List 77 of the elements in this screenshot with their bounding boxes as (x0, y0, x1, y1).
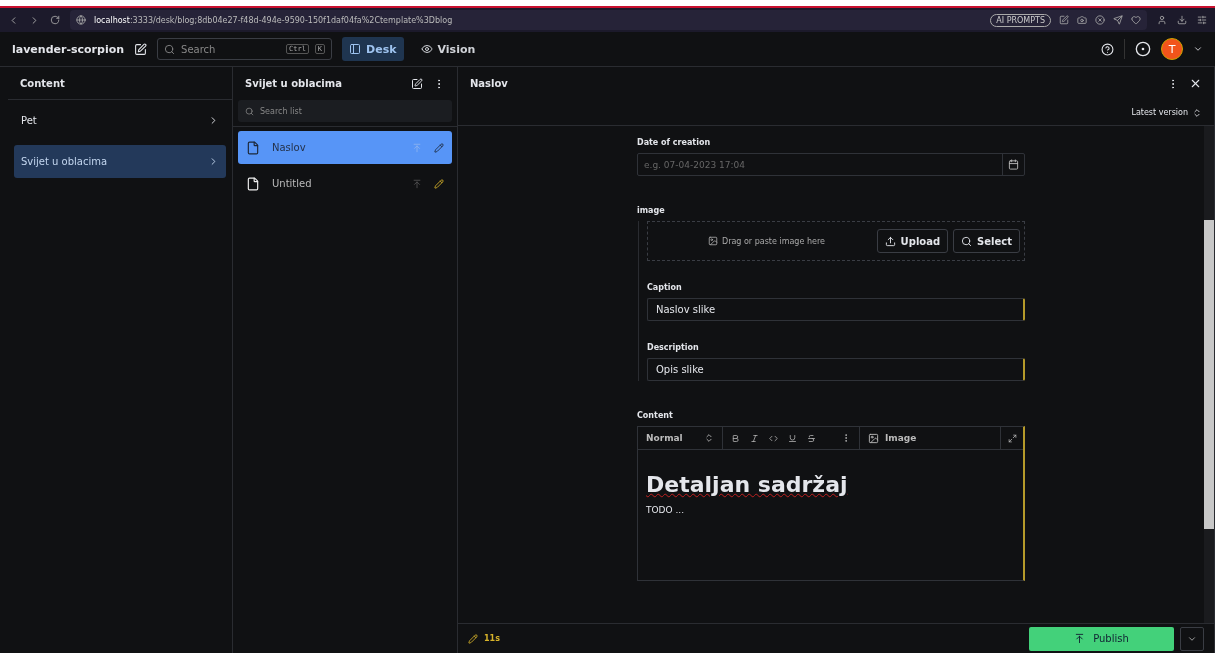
image-icon (868, 432, 879, 444)
document-icon (246, 176, 260, 191)
text-field[interactable]: Naslov slike (647, 298, 1025, 321)
pane-title: Svijet u oblacima (245, 78, 342, 89)
style-selector[interactable]: Normal (646, 433, 683, 443)
user-icon (1157, 15, 1167, 25)
document-item[interactable]: Untitled (238, 167, 452, 200)
document-title: Naslov (470, 78, 508, 89)
code-icon (769, 433, 778, 443)
content-paragraph: TODO ... (646, 505, 686, 515)
document-icon (246, 140, 260, 155)
publish-status-icon (412, 142, 422, 153)
address-bar[interactable]: localhost:3333/desk/blog;8db04e27-f48d-494e-9590-150f1daf04fa%2Ctemplate%3Dblog AI PROMPTS (70, 10, 1147, 30)
strikethrough-icon (807, 433, 816, 443)
edit-status-icon (468, 633, 478, 644)
search-placeholder: Search (181, 43, 216, 55)
chevrons-up-down-icon (704, 433, 714, 443)
publish-icon (1074, 633, 1086, 644)
close-circle-icon (1095, 15, 1105, 25)
drop-hint: Drag or paste image here (708, 236, 825, 246)
content-item[interactable]: Pet (14, 104, 226, 137)
upload-icon (884, 235, 896, 247)
version-selector[interactable]: Latest version (1131, 108, 1188, 117)
pencil-icon (434, 178, 444, 189)
upload-button[interactable]: Upload (876, 229, 949, 253)
help-icon (1101, 42, 1114, 56)
tool-tab[interactable]: Vision (413, 37, 483, 61)
field-label: Description (647, 343, 700, 352)
search-icon (164, 43, 176, 55)
underline-icon (788, 433, 797, 443)
image-icon (708, 236, 718, 246)
heart-icon (1131, 15, 1141, 25)
download-icon (1177, 15, 1187, 25)
field-label: Content (637, 411, 674, 420)
publish-menu-button[interactable] (1180, 626, 1204, 651)
search-icon (961, 235, 973, 247)
globe-icon (76, 15, 86, 25)
search-placeholder: Search list (260, 106, 302, 116)
publish-status-icon (412, 178, 422, 189)
send-icon (1113, 15, 1123, 25)
search-field[interactable]: Search list (238, 100, 452, 122)
camera-icon (1077, 15, 1087, 25)
panel-icon (349, 43, 362, 55)
expand-icon (1007, 433, 1017, 443)
content-item[interactable]: Svijet u oblacima (14, 145, 226, 178)
edit-icon (1059, 15, 1069, 25)
field-label: image (637, 206, 666, 215)
insert-image-button[interactable]: Image (868, 432, 917, 444)
content-heading: Detaljan sadržaj (646, 472, 849, 497)
rich-text-editor[interactable]: Normal Image Detaljan sadržaj TODO ... (637, 426, 1025, 581)
edit-icon (134, 42, 148, 56)
field-label: Date of creation (637, 138, 712, 147)
chevrons-up-down-icon (1192, 107, 1202, 118)
select-button[interactable]: Select (953, 229, 1020, 253)
text-field[interactable]: Opis slike (647, 358, 1025, 381)
tool-tab[interactable]: Desk (342, 37, 404, 61)
scrollbar[interactable] (1204, 126, 1214, 623)
eye-icon (420, 43, 433, 55)
pencil-icon (434, 142, 444, 153)
edit-icon (411, 77, 423, 90)
reload-icon[interactable] (50, 15, 60, 25)
chevron-down-icon (1193, 44, 1203, 54)
publish-button[interactable]: Publish (1029, 626, 1174, 651)
pane-title: Content (20, 77, 65, 89)
field-label: Caption (647, 283, 683, 292)
search-icon (245, 106, 254, 116)
sliders-icon (1197, 15, 1207, 25)
document-item[interactable]: Naslov (238, 131, 452, 164)
calendar-icon (1008, 159, 1019, 170)
bold-icon (731, 433, 740, 443)
status-icon (1135, 41, 1151, 57)
edit-status: 11s (484, 634, 500, 643)
close-icon (1189, 77, 1202, 90)
url-text: localhost:3333/desk/blog;8db04e27-f48d-494e-9590-150f1daf04fa%2Ctemplate%3Dblog (94, 15, 453, 25)
project-name: lavender-scorpion (12, 42, 125, 56)
italic-icon (750, 433, 759, 443)
image-drop-zone[interactable]: Drag or paste image here Upload Select (647, 221, 1025, 261)
